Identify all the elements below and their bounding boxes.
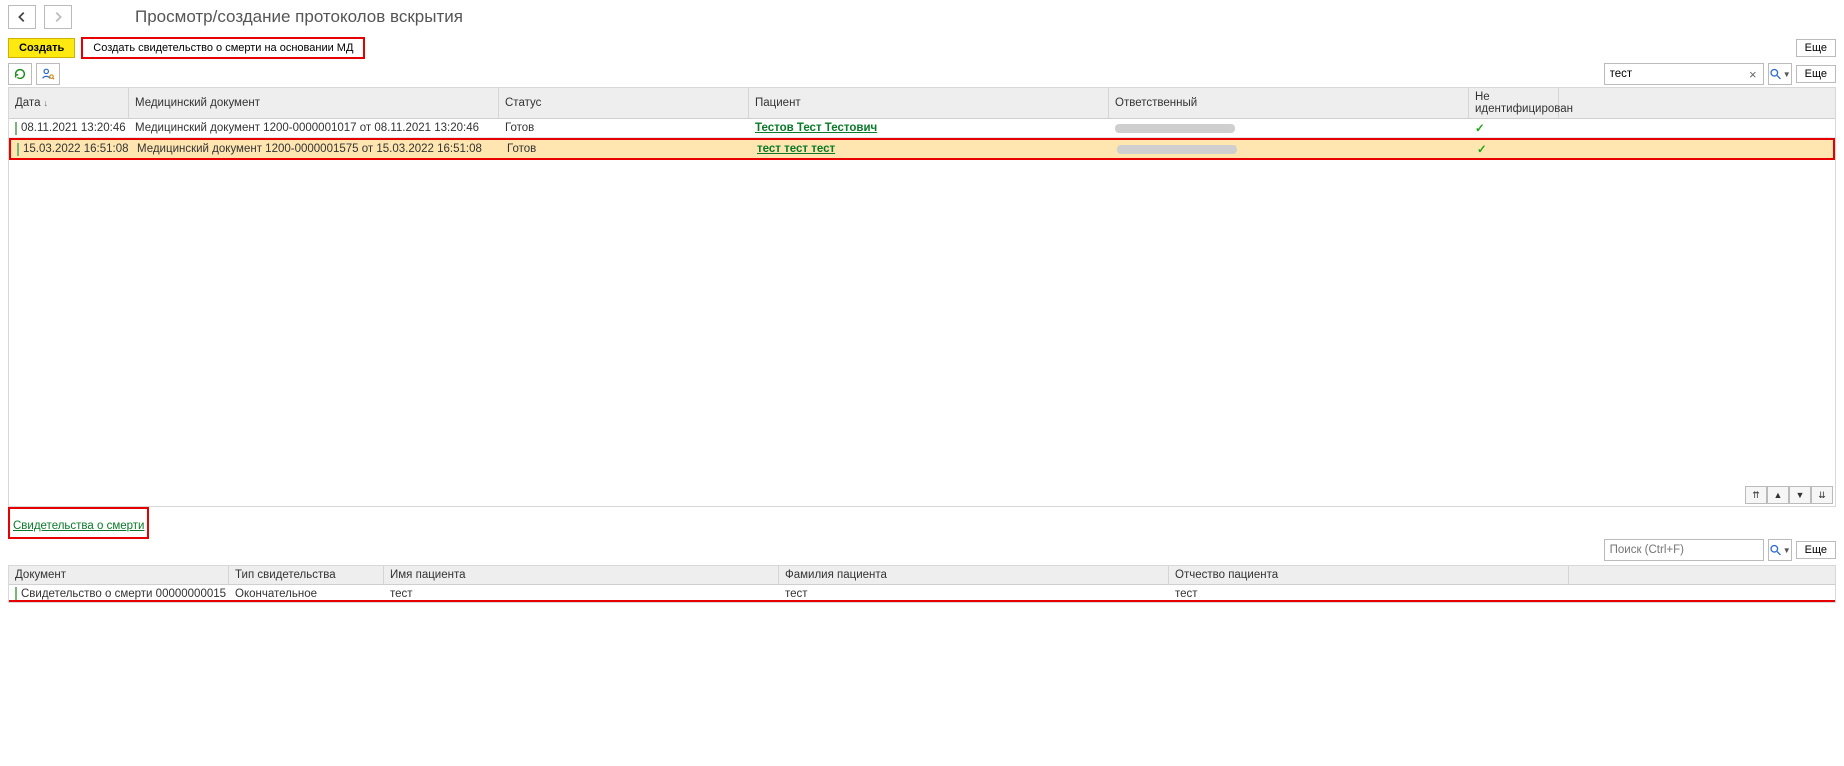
- chevron-down-icon: ▼: [1783, 70, 1791, 79]
- create-button[interactable]: Создать: [8, 38, 75, 58]
- search-button-top[interactable]: ▼: [1768, 63, 1792, 85]
- search-input-top[interactable]: [1608, 66, 1746, 82]
- check-icon: ✓: [1471, 140, 1561, 158]
- col-document[interactable]: Документ: [9, 566, 229, 584]
- search-input-bottom[interactable]: [1608, 542, 1760, 558]
- patient-link[interactable]: Тестов Тест Тестович: [755, 122, 877, 134]
- filter-person-button[interactable]: [36, 63, 60, 85]
- col-last-name[interactable]: Фамилия пациента: [779, 566, 1169, 584]
- patient-link[interactable]: тест тест тест: [757, 143, 835, 155]
- refresh-icon: [13, 67, 27, 81]
- col-middle-name[interactable]: Отчество пациента: [1169, 566, 1569, 584]
- more-label: Еще: [1805, 42, 1827, 54]
- more-label: Еще: [1805, 68, 1827, 80]
- nav-last-button[interactable]: ⇊: [1811, 486, 1833, 504]
- more-button-filter[interactable]: Еще: [1796, 65, 1836, 83]
- table-row[interactable]: 08.11.2021 13:20:46 Медицинский документ…: [9, 119, 1835, 138]
- document-icon: [17, 143, 19, 156]
- clear-search-icon[interactable]: ×: [1746, 67, 1760, 82]
- col-responsible[interactable]: Ответственный: [1109, 88, 1469, 118]
- page-title: Просмотр/создание протоколов вскрытия: [135, 7, 463, 27]
- chevron-down-icon: ▼: [1783, 546, 1791, 555]
- top-table: Дата ↓ Медицинский документ Статус Пацие…: [8, 87, 1836, 507]
- person-search-icon: [41, 67, 55, 81]
- check-icon: ✓: [1469, 119, 1559, 137]
- arrow-right-icon: [51, 10, 65, 24]
- back-button[interactable]: [8, 5, 36, 29]
- sort-asc-icon: ↓: [43, 98, 48, 108]
- bottom-table: Документ Тип свидетельства Имя пациента …: [8, 565, 1836, 603]
- nav-up-button[interactable]: ▲: [1767, 486, 1789, 504]
- col-unidentified[interactable]: Не идентифицирован: [1469, 88, 1559, 118]
- document-icon: [15, 122, 17, 135]
- col-date[interactable]: Дата ↓: [9, 88, 129, 118]
- responsible-hidden: [1115, 124, 1235, 133]
- table-row[interactable]: 15.03.2022 16:51:08 Медицинский документ…: [9, 138, 1835, 160]
- magnifier-icon: [1769, 543, 1782, 557]
- more-button-top[interactable]: Еще: [1796, 39, 1836, 57]
- col-cert-type[interactable]: Тип свидетельства: [229, 566, 384, 584]
- col-status[interactable]: Статус: [499, 88, 749, 118]
- responsible-hidden: [1117, 145, 1237, 154]
- col-patient[interactable]: Пациент: [749, 88, 1109, 118]
- section-death-certs-highlight: Свидетельства о смерти: [8, 507, 149, 539]
- top-table-header: Дата ↓ Медицинский документ Статус Пацие…: [9, 88, 1835, 119]
- magnifier-icon: [1769, 67, 1782, 81]
- col-md[interactable]: Медицинский документ: [129, 88, 499, 118]
- table-nav-mini: ⇈ ▲ ▼ ⇊: [1745, 486, 1833, 504]
- document-icon: [15, 587, 17, 600]
- section-death-certs-link[interactable]: Свидетельства о смерти: [13, 520, 144, 532]
- bottom-table-header: Документ Тип свидетельства Имя пациента …: [9, 566, 1835, 585]
- more-label: Еще: [1805, 544, 1827, 556]
- more-button-bottom[interactable]: Еще: [1796, 541, 1836, 559]
- table-row[interactable]: Свидетельство о смерти 00000000015 от 15…: [9, 585, 1835, 602]
- col-first-name[interactable]: Имя пациента: [384, 566, 779, 584]
- create-death-cert-button[interactable]: Создать свидетельство о смерти на основа…: [81, 37, 365, 59]
- nav-first-button[interactable]: ⇈: [1745, 486, 1767, 504]
- search-box-top[interactable]: ×: [1604, 63, 1764, 85]
- search-box-bottom[interactable]: [1604, 539, 1764, 561]
- nav-down-button[interactable]: ▼: [1789, 486, 1811, 504]
- search-button-bottom[interactable]: ▼: [1768, 539, 1792, 561]
- forward-button[interactable]: [44, 5, 72, 29]
- refresh-button[interactable]: [8, 63, 32, 85]
- arrow-left-icon: [15, 10, 29, 24]
